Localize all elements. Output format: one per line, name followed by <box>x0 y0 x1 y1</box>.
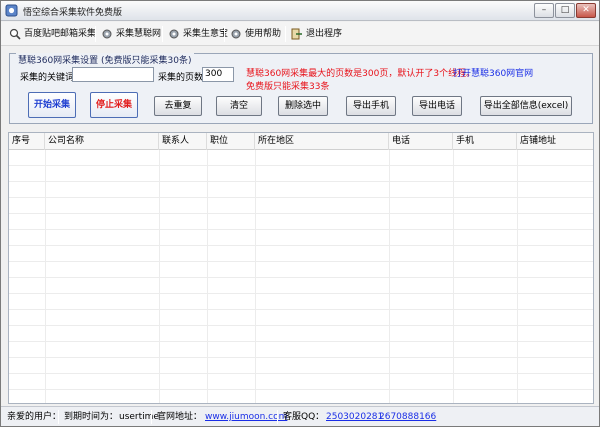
delete-selected-button[interactable]: 删除选中 <box>278 96 328 116</box>
notice-line-2: 免费版只能采集33条 <box>246 82 330 92</box>
app-window: 悟空综合采集软件免费版 – □ ✕ 百度贴吧邮箱采集 采集慧聪网 采集生意宝 使… <box>0 0 600 427</box>
column-header[interactable]: 序号 <box>9 133 45 150</box>
minimize-icon: – <box>541 5 547 15</box>
menu-shengyibao[interactable]: 采集生意宝 <box>168 26 228 42</box>
column-header[interactable]: 手机 <box>453 133 517 150</box>
gear-icon <box>102 29 112 39</box>
close-button[interactable]: ✕ <box>576 3 596 18</box>
minimize-button[interactable]: – <box>534 3 554 18</box>
menu-label: 采集生意宝 <box>183 29 229 39</box>
results-grid[interactable]: 序号 公司名称 联系人 职位 所在地区 电话 手机 店铺地址 <box>8 132 594 404</box>
open-site-link[interactable]: 打开慧聪360网官网 <box>453 66 533 79</box>
status-bar: 亲爱的用户： 到期时间为： usertime 官网地址： www.jiumoon… <box>1 406 599 426</box>
qq-label: 客服QQ： <box>283 412 325 422</box>
close-icon: ✕ <box>582 5 590 15</box>
grid-divider <box>389 150 390 403</box>
column-header[interactable]: 所在地区 <box>255 133 389 150</box>
start-collect-button[interactable]: 开始采集 <box>28 92 76 118</box>
menu-label: 百度贴吧邮箱采集 <box>24 29 97 39</box>
column-header[interactable]: 公司名称 <box>45 133 159 150</box>
grid-divider <box>159 150 160 403</box>
qq-link-2[interactable]: 2670888166 <box>379 411 436 423</box>
menu-baidu-tieba[interactable]: 百度贴吧邮箱采集 <box>9 26 96 42</box>
stop-collect-button[interactable]: 停止采集 <box>90 92 138 118</box>
export-all-button[interactable]: 导出全部信息(excel) <box>480 96 572 116</box>
grid-divider <box>517 150 518 403</box>
grid-divider <box>45 150 46 403</box>
magnifier-icon <box>9 28 21 40</box>
menu-label: 采集慧聪网 <box>116 29 162 39</box>
grid-divider <box>255 150 256 403</box>
expire-label: 到期时间为： <box>64 412 119 422</box>
qq-link-1[interactable]: 2503020281 <box>326 411 383 423</box>
title-bar[interactable]: 悟空综合采集软件免费版 – □ ✕ <box>1 1 599 21</box>
column-header[interactable]: 电话 <box>389 133 453 150</box>
menu-label: 退出程序 <box>306 29 343 39</box>
menu-separator <box>162 26 163 42</box>
settings-group: 慧聪360网采集设置 (免费版只能采集30条) 采集的关键词 采集的页数 300… <box>9 53 593 124</box>
pages-label: 采集的页数 <box>158 73 204 83</box>
keyword-input[interactable] <box>72 67 154 82</box>
keyword-label: 采集的关键词 <box>20 73 75 83</box>
maximize-icon: □ <box>560 5 570 15</box>
gear-icon <box>231 29 241 39</box>
grid-divider <box>453 150 454 403</box>
settings-group-title: 慧聪360网采集设置 (免费版只能采集30条) <box>16 53 194 66</box>
status-separator <box>151 410 152 424</box>
status-separator <box>58 410 59 424</box>
user-label: 亲爱的用户： <box>7 412 62 422</box>
gear-icon <box>169 29 179 39</box>
grid-body[interactable] <box>9 150 593 403</box>
menu-label: 使用帮助 <box>245 29 282 39</box>
menu-bar: 百度贴吧邮箱采集 采集慧聪网 采集生意宝 使用帮助 退出程序 <box>1 22 599 46</box>
status-separator <box>277 410 278 424</box>
notice-line-1: 慧聪360网采集最大的页数是300页，默认开了3个线程。 <box>246 69 476 79</box>
menu-separator <box>224 26 225 42</box>
menu-help[interactable]: 使用帮助 <box>230 26 281 42</box>
export-phone-button[interactable]: 导出手机 <box>346 96 396 116</box>
site-label: 官网地址： <box>157 412 203 422</box>
menu-huicong[interactable]: 采集慧聪网 <box>101 26 161 42</box>
grid-header: 序号 公司名称 联系人 职位 所在地区 电话 手机 店铺地址 <box>9 133 593 150</box>
exit-icon <box>291 28 302 40</box>
column-header[interactable]: 店铺地址 <box>517 133 593 150</box>
menu-separator <box>285 26 286 42</box>
dedupe-button[interactable]: 去重复 <box>154 96 202 116</box>
clear-button[interactable]: 清空 <box>216 96 262 116</box>
menu-separator <box>95 26 96 42</box>
app-icon <box>5 4 18 17</box>
expire-value: usertime <box>119 412 159 422</box>
grid-divider <box>207 150 208 403</box>
site-link[interactable]: www.jiumoon.com <box>205 411 287 423</box>
column-header[interactable]: 职位 <box>207 133 255 150</box>
export-tel-button[interactable]: 导出电话 <box>412 96 462 116</box>
column-header[interactable]: 联系人 <box>159 133 207 150</box>
menu-exit[interactable]: 退出程序 <box>291 26 342 42</box>
maximize-button[interactable]: □ <box>555 3 575 18</box>
window-title: 悟空综合采集软件免费版 <box>23 8 123 18</box>
pages-input[interactable]: 300 <box>202 67 234 82</box>
